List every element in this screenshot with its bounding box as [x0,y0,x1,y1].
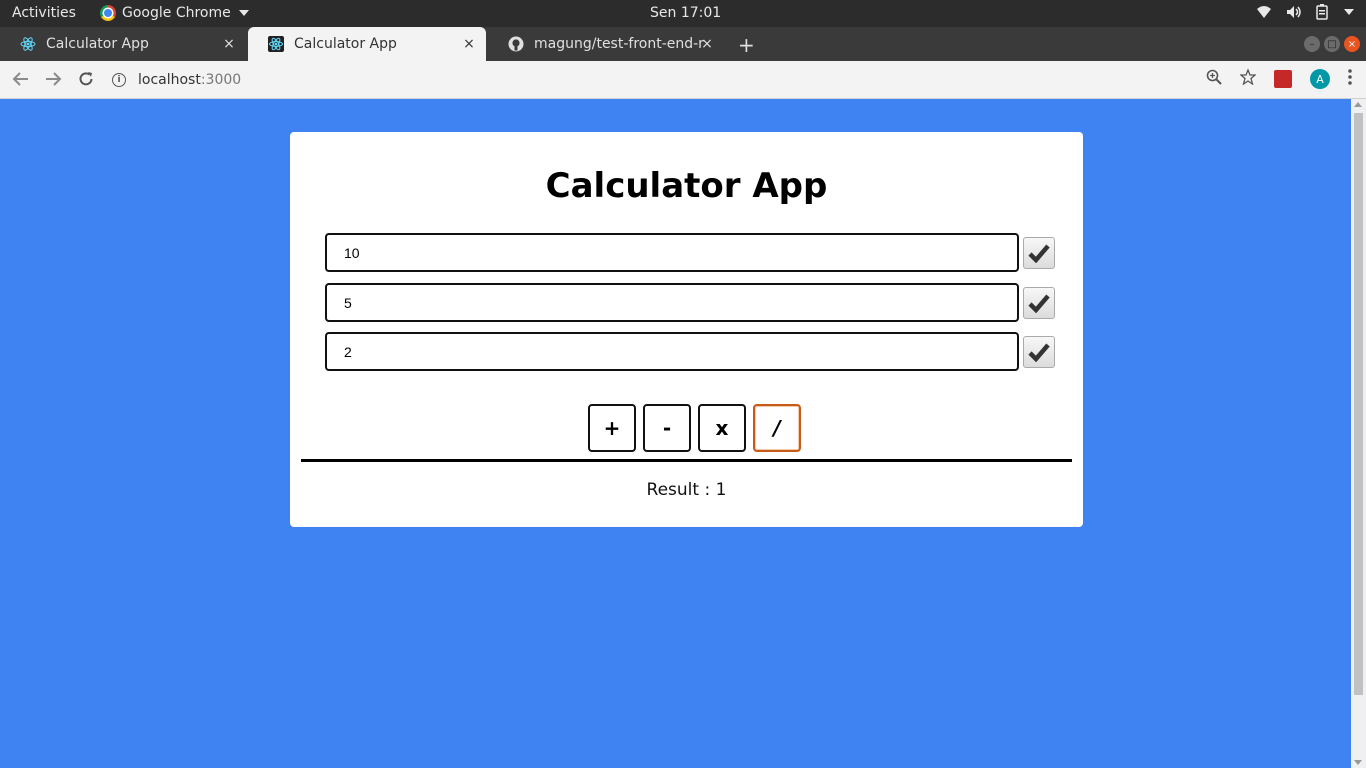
bookmark-star-icon[interactable] [1239,68,1257,89]
enable-checkbox-2[interactable] [1023,287,1055,319]
scroll-down-icon[interactable] [1354,760,1362,765]
toolbar-right: A [1206,68,1352,89]
page-title: Calculator App [545,166,828,206]
battery-icon[interactable] [1316,4,1328,20]
chrome-logo-icon [100,5,116,21]
tab-calculator-app-2[interactable]: Calculator App × [248,27,486,61]
number-input-2[interactable] [325,283,1019,322]
page-scrollbar[interactable] [1351,99,1366,768]
url-port: :3000 [200,72,242,88]
tab-calculator-app-1[interactable]: Calculator App × [0,27,246,61]
extension-icon[interactable] [1274,70,1292,88]
number-row-3 [325,332,1055,371]
react-icon [20,36,36,52]
system-clock[interactable]: Sen 17:01 [650,5,721,21]
checkmark-icon [1028,294,1050,313]
number-row-1 [325,233,1055,272]
volume-icon[interactable] [1286,5,1302,19]
minimize-icon[interactable]: – [1304,36,1320,52]
react-icon [268,36,284,52]
calculator-card: Calculator App + - x / Result : 1 [290,132,1083,527]
tab-close-icon[interactable]: × [222,36,236,52]
activities-button[interactable]: Activities [12,5,76,21]
system-tray[interactable] [1256,4,1354,20]
number-input-3[interactable] [325,332,1019,371]
app-menu-label: Google Chrome [122,5,231,21]
window-controls: – □ × [1304,36,1360,52]
checkmark-icon [1028,244,1050,263]
system-top-bar: Activities Google Chrome Sen 17:01 [0,0,1366,27]
caret-down-icon [238,10,249,16]
number-input-1[interactable] [325,233,1019,272]
result-text: Result : 1 [646,480,727,500]
reload-icon[interactable] [77,70,95,93]
tab-close-icon[interactable]: × [462,36,476,52]
forward-icon[interactable] [44,70,62,93]
checkmark-icon [1028,343,1050,362]
browser-toolbar: i localhost:3000 A [0,61,1366,99]
wifi-icon[interactable] [1256,5,1272,19]
tab-strip: Calculator App × Calculator App × magung… [0,27,1366,61]
scroll-up-icon[interactable] [1354,102,1362,107]
number-row-2 [325,283,1055,322]
new-tab-button[interactable]: + [738,33,755,57]
tab-title: Calculator App [294,36,397,52]
multiply-button[interactable]: x [698,404,746,452]
divide-button[interactable]: / [753,404,801,452]
tab-close-icon[interactable]: × [700,36,714,52]
zoom-icon[interactable] [1206,69,1222,89]
site-info-icon[interactable]: i [112,73,126,87]
kebab-menu-icon[interactable] [1348,69,1352,89]
tab-title: Calculator App [46,36,149,52]
tab-title: magung/test-front-end-r [534,36,704,52]
operator-buttons: + - x / [588,404,801,452]
subtract-button[interactable]: - [643,404,691,452]
window-close-icon[interactable]: × [1344,36,1360,52]
profile-avatar[interactable]: A [1310,69,1330,89]
scrollbar-thumb[interactable] [1354,113,1363,695]
enable-checkbox-1[interactable] [1023,237,1055,269]
url-host: localhost [138,72,201,88]
system-menu-caret-icon[interactable] [1344,9,1354,15]
app-menu[interactable]: Google Chrome [100,5,249,21]
back-icon[interactable] [12,70,30,93]
add-button[interactable]: + [588,404,636,452]
github-icon [508,36,524,52]
result-divider [301,459,1072,462]
maximize-icon[interactable]: □ [1324,36,1340,52]
enable-checkbox-3[interactable] [1023,336,1055,368]
address-bar[interactable]: i localhost:3000 [112,67,1162,93]
tab-github[interactable]: magung/test-front-end-r × [488,27,724,61]
